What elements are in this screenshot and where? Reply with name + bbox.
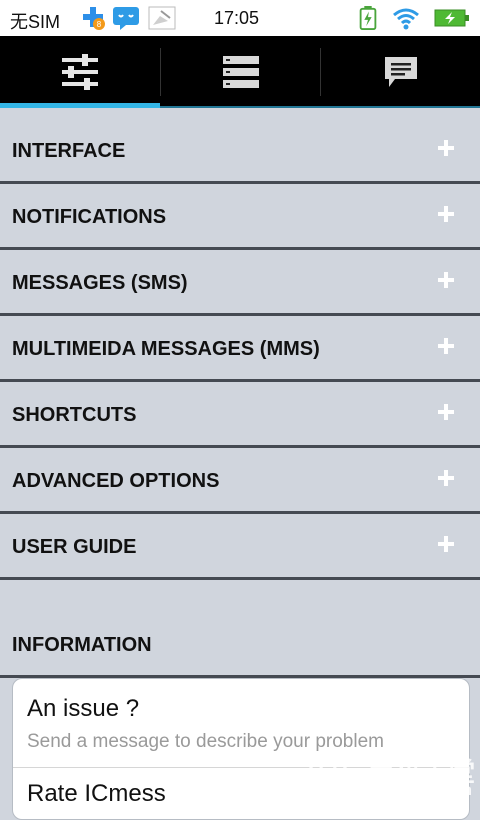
tab-messages[interactable] [321, 36, 480, 108]
wifi-icon [393, 8, 419, 30]
list-item-subtitle: Send a message to describe your problem [27, 731, 384, 752]
menu-item-user-guide[interactable]: USER GUIDE [0, 516, 480, 580]
active-tab-indicator [0, 103, 160, 108]
menu-item-messages-sms[interactable]: MESSAGES (SMS) [0, 252, 480, 316]
clock: 17:05 [214, 8, 260, 28]
add-app-icon: 8 [83, 7, 105, 30]
chat-notification-icon [113, 7, 139, 30]
battery-charging-icon [359, 6, 377, 30]
menu-item-advanced-options[interactable]: ADVANCED OPTIONS [0, 450, 480, 514]
tab-settings[interactable] [0, 36, 160, 108]
tab-list[interactable] [161, 36, 320, 108]
information-section-header: INFORMATION [0, 614, 480, 678]
expand-plus-icon [438, 536, 454, 552]
expand-plus-icon [438, 338, 454, 354]
menu-item-label: ADVANCED OPTIONS [12, 470, 220, 492]
menu-item-multimedia-messages[interactable]: MULTIMEIDA MESSAGES (MMS) [0, 318, 480, 382]
list-icon [222, 56, 259, 88]
menu-item-label: USER GUIDE [12, 536, 137, 558]
menu-item-label: MULTIMEIDA MESSAGES (MMS) [12, 338, 320, 360]
message-icon [384, 57, 417, 87]
sim-status-label: 无SIM [10, 12, 61, 32]
menu-item-interface[interactable]: INTERFACE [0, 120, 480, 184]
menu-item-label: NOTIFICATIONS [12, 206, 167, 228]
watermark: 手机天堂 sj.xpgod.com [300, 752, 480, 800]
notification-badge: 8 [97, 20, 102, 29]
satellite-icon [148, 6, 176, 30]
list-item-title: Rate ICmess [27, 780, 166, 807]
tab-underline [160, 106, 480, 108]
expand-plus-icon [438, 140, 454, 156]
expand-plus-icon [438, 272, 454, 288]
section-title: INFORMATION [12, 634, 152, 656]
menu-item-label: SHORTCUTS [12, 404, 137, 426]
watermark-url: sj.xpgod.com [368, 782, 472, 799]
menu-item-shortcuts[interactable]: SHORTCUTS [0, 384, 480, 448]
battery-icon [434, 9, 469, 27]
list-item-title: An issue ? [27, 695, 140, 722]
menu-item-label: INTERFACE [12, 140, 126, 162]
menu-item-label: MESSAGES (SMS) [12, 272, 188, 294]
expand-plus-icon [438, 470, 454, 486]
expand-plus-icon [438, 404, 454, 420]
menu-item-notifications[interactable]: NOTIFICATIONS [0, 186, 480, 250]
sliders-icon [62, 54, 98, 90]
expand-plus-icon [438, 206, 454, 222]
watermark-logo-icon [307, 755, 349, 797]
status-bar: 无SIM 8 17:05 [0, 0, 480, 36]
tab-bar [0, 36, 480, 108]
